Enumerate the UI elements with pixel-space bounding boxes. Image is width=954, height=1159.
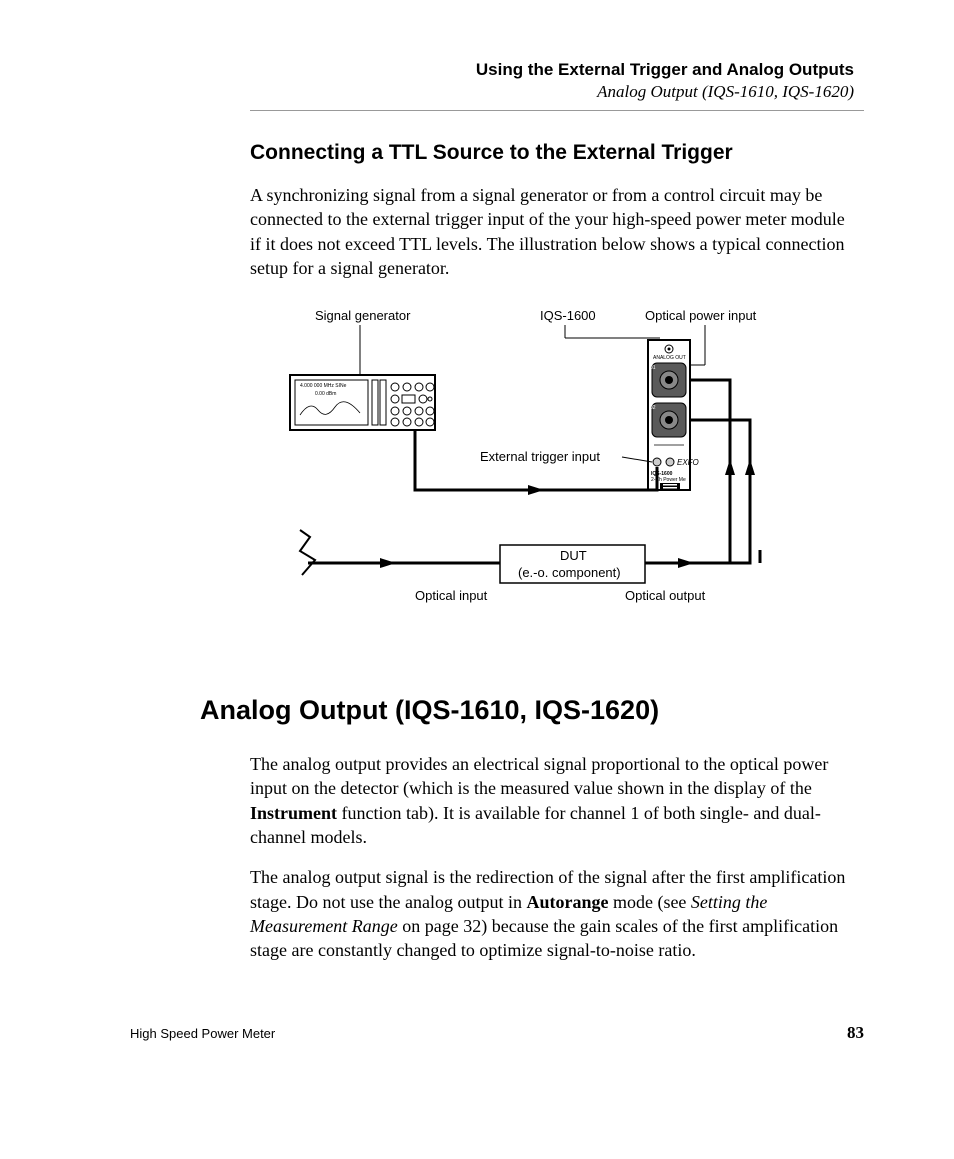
- svg-text:02: 02: [650, 405, 656, 411]
- connection-diagram: Signal generator IQS-1600 Optical power …: [260, 305, 820, 625]
- section2-paragraph-1: The analog output provides an electrical…: [250, 752, 854, 849]
- svg-text:4.000 000 MHz SINe: 4.000 000 MHz SINe: [300, 383, 347, 389]
- svg-text:EXFO: EXFO: [677, 458, 699, 467]
- svg-text:0.00 dBm: 0.00 dBm: [315, 391, 336, 397]
- label-external-trigger-input: External trigger input: [480, 449, 600, 464]
- label-signal-generator: Signal generator: [315, 308, 411, 323]
- running-header-title: Using the External Trigger and Analog Ou…: [130, 60, 854, 80]
- header-rule: [250, 110, 864, 111]
- running-header-subtitle: Analog Output (IQS-1610, IQS-1620): [130, 82, 854, 102]
- page-number: 83: [847, 1023, 864, 1043]
- label-optical-input: Optical input: [415, 588, 488, 603]
- dut-box: DUT (e.-o. component): [500, 545, 645, 583]
- section1-paragraph: A synchronizing signal from a signal gen…: [250, 183, 854, 280]
- label-optical-output: Optical output: [625, 588, 706, 603]
- svg-text:DUT: DUT: [560, 548, 587, 563]
- optical-source-icon: [300, 530, 315, 575]
- label-optical-power-input: Optical power input: [645, 308, 757, 323]
- svg-text:ANALOG OUT: ANALOG OUT: [653, 355, 686, 361]
- section-heading-analog: Analog Output (IQS-1610, IQS-1620): [200, 695, 864, 726]
- signal-generator-icon: 4.000 000 MHz SINe 0.00 dBm: [290, 375, 435, 430]
- svg-text:01: 01: [650, 365, 656, 371]
- section2-paragraph-2: The analog output signal is the redirect…: [250, 865, 854, 962]
- footer-product-name: High Speed Power Meter: [130, 1026, 275, 1041]
- label-iqs1600: IQS-1600: [540, 308, 596, 323]
- section-heading-ttl: Connecting a TTL Source to the External …: [250, 141, 864, 165]
- svg-text:(e.-o. component): (e.-o. component): [518, 565, 621, 580]
